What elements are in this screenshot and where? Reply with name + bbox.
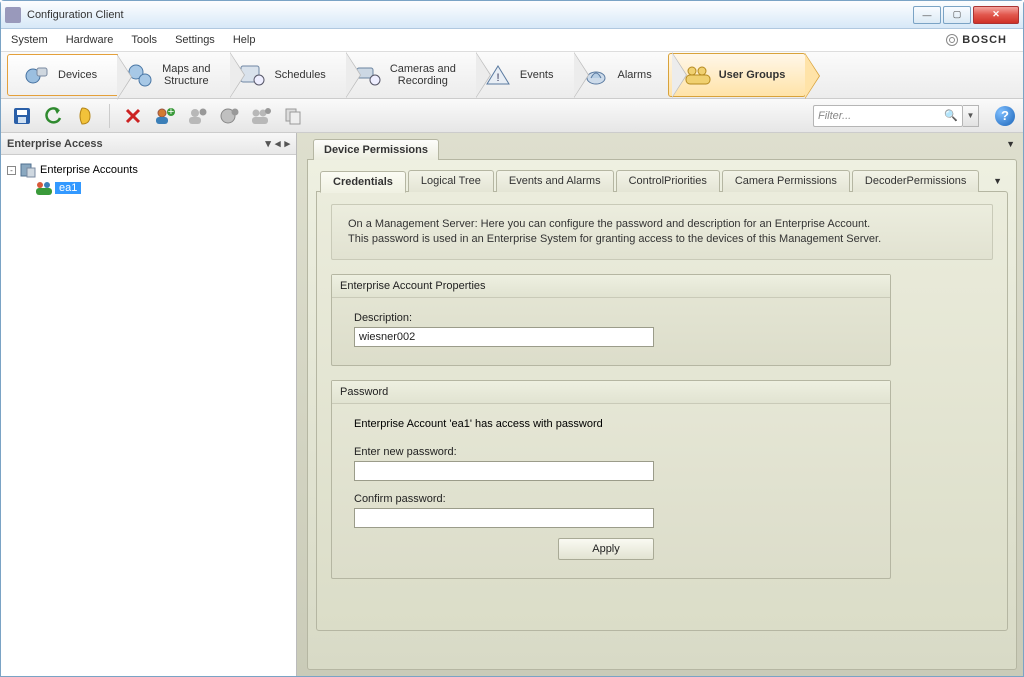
save-button[interactable] [9,103,35,129]
tree-root[interactable]: - Enterprise Accounts [5,161,292,179]
titlebar: Configuration Client — ▢ ✕ [1,1,1023,29]
tree-child[interactable]: ea1 [33,179,292,197]
help-button[interactable]: ? [995,106,1015,126]
tab-control-priorities[interactable]: ControlPriorities [616,170,720,192]
left-pane: Enterprise Access ▾ ◂ ▸ - Enterprise Acc… [1,133,297,676]
tab-decoder-permissions[interactable]: DecoderPermissions [852,170,979,192]
undo-button[interactable] [41,103,67,129]
info-box: On a Management Server: Here you can con… [331,204,993,260]
tree: - Enterprise Accounts ea1 [1,155,296,203]
info-line-2: This password is used in an Enterprise S… [348,232,976,247]
minimize-button[interactable]: — [913,6,941,24]
tab-camera-permissions[interactable]: Camera Permissions [722,170,850,192]
group-password: Password Enterprise Account 'ea1' has ac… [331,380,891,579]
search-icon: 🔍 [944,109,958,122]
activate-button[interactable] [73,103,99,129]
device-permissions-body: Credentials Logical Tree Events and Alar… [307,159,1017,670]
menu-system[interactable]: System [11,34,48,46]
right-pane: Device Permissions ▼ Credentials Logical… [297,133,1023,676]
add-user-button[interactable]: + [152,103,178,129]
nav-devices[interactable]: Devices [7,54,118,96]
server-icon [20,162,36,178]
tab-events-alarms[interactable]: Events and Alarms [496,170,614,192]
filter-dropdown[interactable]: ▼ [963,105,979,127]
nav-alarms-label: Alarms [618,69,652,81]
group-account-title: Enterprise Account Properties [332,275,890,298]
collapse-icon[interactable]: - [7,166,16,175]
subtabs: Credentials Logical Tree Events and Alar… [320,170,1008,192]
brand-text: BOSCH [962,34,1007,46]
devices-icon [22,61,50,89]
group-account-properties: Enterprise Account Properties Descriptio… [331,274,891,366]
tree-root-label: Enterprise Accounts [40,164,138,176]
tab-logical-tree[interactable]: Logical Tree [408,170,494,192]
app-icon [5,7,21,23]
main-area: Enterprise Access ▾ ◂ ▸ - Enterprise Acc… [1,133,1023,676]
window-buttons: — ▢ ✕ [913,6,1019,24]
new-password-label: Enter new password: [354,446,868,458]
info-line-1: On a Management Server: Here you can con… [348,217,976,232]
nav-usergroups[interactable]: User Groups [668,53,807,97]
nav-schedules-label: Schedules [274,69,325,81]
subtabs-menu-icon[interactable]: ▼ [987,172,1008,190]
close-button[interactable]: ✕ [973,6,1019,24]
maximize-button[interactable]: ▢ [943,6,971,24]
separator [109,104,110,128]
confirm-password-label: Confirm password: [354,493,868,505]
svg-text:+: + [168,106,174,118]
menu-hardware[interactable]: Hardware [66,34,114,46]
users-add-button[interactable] [248,103,274,129]
apply-label: Apply [592,543,620,555]
device-permissions-tab[interactable]: Device Permissions [313,139,439,160]
globe-add-button[interactable] [216,103,242,129]
nav-devices-label: Devices [58,69,97,81]
confirm-password-input[interactable] [354,508,654,528]
menu-help[interactable]: Help [233,34,256,46]
delete-button[interactable] [120,103,146,129]
pane-next-icon[interactable]: ▸ [284,137,290,150]
menu-tools[interactable]: Tools [131,34,157,46]
menu-settings[interactable]: Settings [175,34,215,46]
pane-menu-icon[interactable]: ▾ [265,137,271,150]
left-pane-controls: ▾ ◂ ▸ [265,137,290,150]
users-color-icon [35,180,51,196]
description-label: Description: [354,312,868,324]
credentials-panel: On a Management Server: Here you can con… [316,191,1008,631]
tab-credentials[interactable]: Credentials [320,171,406,193]
password-status: Enterprise Account 'ea1' has access with… [354,418,868,430]
brand-logo: BOSCH [946,34,1007,46]
tree-child-label: ea1 [55,182,81,194]
group-password-title: Password [332,381,890,404]
toolbar: + Filter... 🔍 ▼ ? [1,99,1023,133]
primary-nav: Devices Maps and Structure Schedules Cam… [1,51,1023,99]
nav-cameras-label: Cameras and Recording [390,63,456,87]
filter-wrap: Filter... 🔍 ▼ [813,105,979,127]
brand-ring-icon [946,34,958,46]
nav-maps-label: Maps and Structure [162,63,210,87]
device-permissions-menu-icon[interactable]: ▼ [1006,139,1015,149]
nav-usergroups-label: User Groups [719,69,786,81]
nav-events-label: Events [520,69,554,81]
filter-input[interactable]: Filter... 🔍 [813,105,963,127]
window-title: Configuration Client [27,9,913,21]
menubar: System Hardware Tools Settings Help BOSC… [1,29,1023,51]
left-pane-title: Enterprise Access [7,138,103,150]
pane-prev-icon[interactable]: ◂ [275,137,281,150]
left-pane-header: Enterprise Access ▾ ◂ ▸ [1,133,296,155]
copy-button[interactable] [280,103,306,129]
usergroups-icon [683,61,711,89]
filter-placeholder: Filter... [818,110,851,122]
svg-text:!: ! [496,72,499,84]
add-user-gray-button[interactable] [184,103,210,129]
apply-button[interactable]: Apply [558,538,654,560]
new-password-input[interactable] [354,461,654,481]
description-input[interactable] [354,327,654,347]
